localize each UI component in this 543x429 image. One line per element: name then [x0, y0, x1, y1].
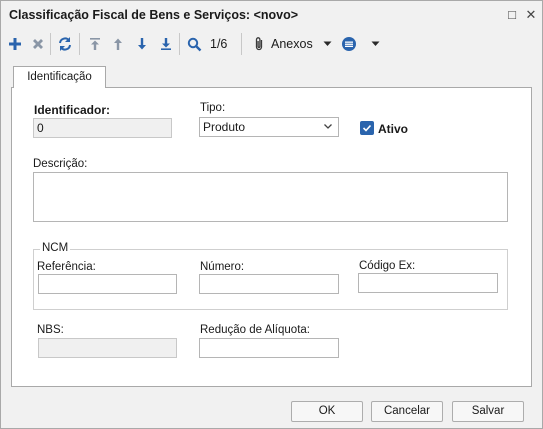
toolbar-separator — [179, 33, 180, 55]
codigo-ex-label: Código Ex: — [359, 260, 416, 272]
dialog-window: Classificação Fiscal de Bens e Serviços:… — [0, 0, 543, 429]
numero-label: Número: — [200, 261, 245, 273]
identificador-field[interactable]: 0 — [33, 118, 172, 138]
codigo-ex-input[interactable] — [358, 273, 498, 293]
reducao-aliquota-input[interactable] — [199, 338, 339, 358]
last-record-icon[interactable] — [156, 34, 176, 54]
first-record-icon[interactable] — [85, 34, 105, 54]
window-title: Classificação Fiscal de Bens e Serviços:… — [9, 8, 299, 22]
title-bar: Classificação Fiscal de Bens e Serviços:… — [1, 1, 542, 29]
ativo-checkbox[interactable] — [360, 121, 374, 135]
tab-panel: Identificador: 0 Tipo: Produto Ativo Des… — [11, 87, 532, 387]
reducao-aliquota-label: Redução de Alíquota: — [200, 324, 310, 336]
referencia-input[interactable] — [38, 274, 177, 294]
nbs-field[interactable] — [38, 338, 177, 358]
toolbar-separator — [50, 33, 51, 55]
toolbar-separator — [79, 33, 80, 55]
ncm-legend: NCM — [40, 242, 71, 254]
toolbar-separator — [241, 33, 242, 55]
cancel-button[interactable]: Cancelar — [371, 401, 443, 422]
tipo-selected-value: Produto — [203, 120, 246, 134]
search-icon[interactable] — [184, 34, 204, 54]
save-button[interactable]: Salvar — [452, 401, 524, 422]
next-record-icon[interactable] — [132, 34, 152, 54]
attachments-label[interactable]: Anexos — [271, 37, 313, 51]
checkmark-icon — [362, 124, 372, 132]
descricao-label: Descrição: — [33, 158, 88, 170]
referencia-label: Referência: — [37, 261, 96, 273]
add-icon[interactable] — [5, 34, 25, 54]
tipo-label: Tipo: — [200, 102, 226, 114]
close-button[interactable]: ✕ — [522, 6, 540, 24]
chevron-down-icon — [324, 124, 332, 129]
ok-button[interactable]: OK — [291, 401, 363, 422]
attachments-dropdown-arrow-icon[interactable] — [317, 34, 337, 54]
refresh-icon[interactable] — [55, 34, 75, 54]
numero-input[interactable] — [199, 274, 339, 294]
paperclip-icon[interactable] — [249, 34, 269, 54]
previous-record-icon[interactable] — [108, 34, 128, 54]
delete-icon[interactable] — [28, 34, 48, 54]
record-counter: 1/6 — [210, 37, 228, 51]
descricao-textarea[interactable] — [33, 172, 508, 222]
nbs-label: NBS: — [37, 324, 64, 336]
ativo-label[interactable]: Ativo — [378, 122, 408, 136]
toolbar: 1/6 Anexos — [1, 29, 542, 59]
list-dropdown-arrow-icon[interactable] — [365, 34, 385, 54]
tab-identificacao[interactable]: Identificação — [13, 66, 106, 88]
list-icon[interactable] — [339, 34, 359, 54]
maximize-button[interactable]: □ — [503, 6, 521, 24]
identificador-label: Identificador: — [34, 103, 111, 117]
tipo-select[interactable]: Produto — [199, 117, 339, 137]
